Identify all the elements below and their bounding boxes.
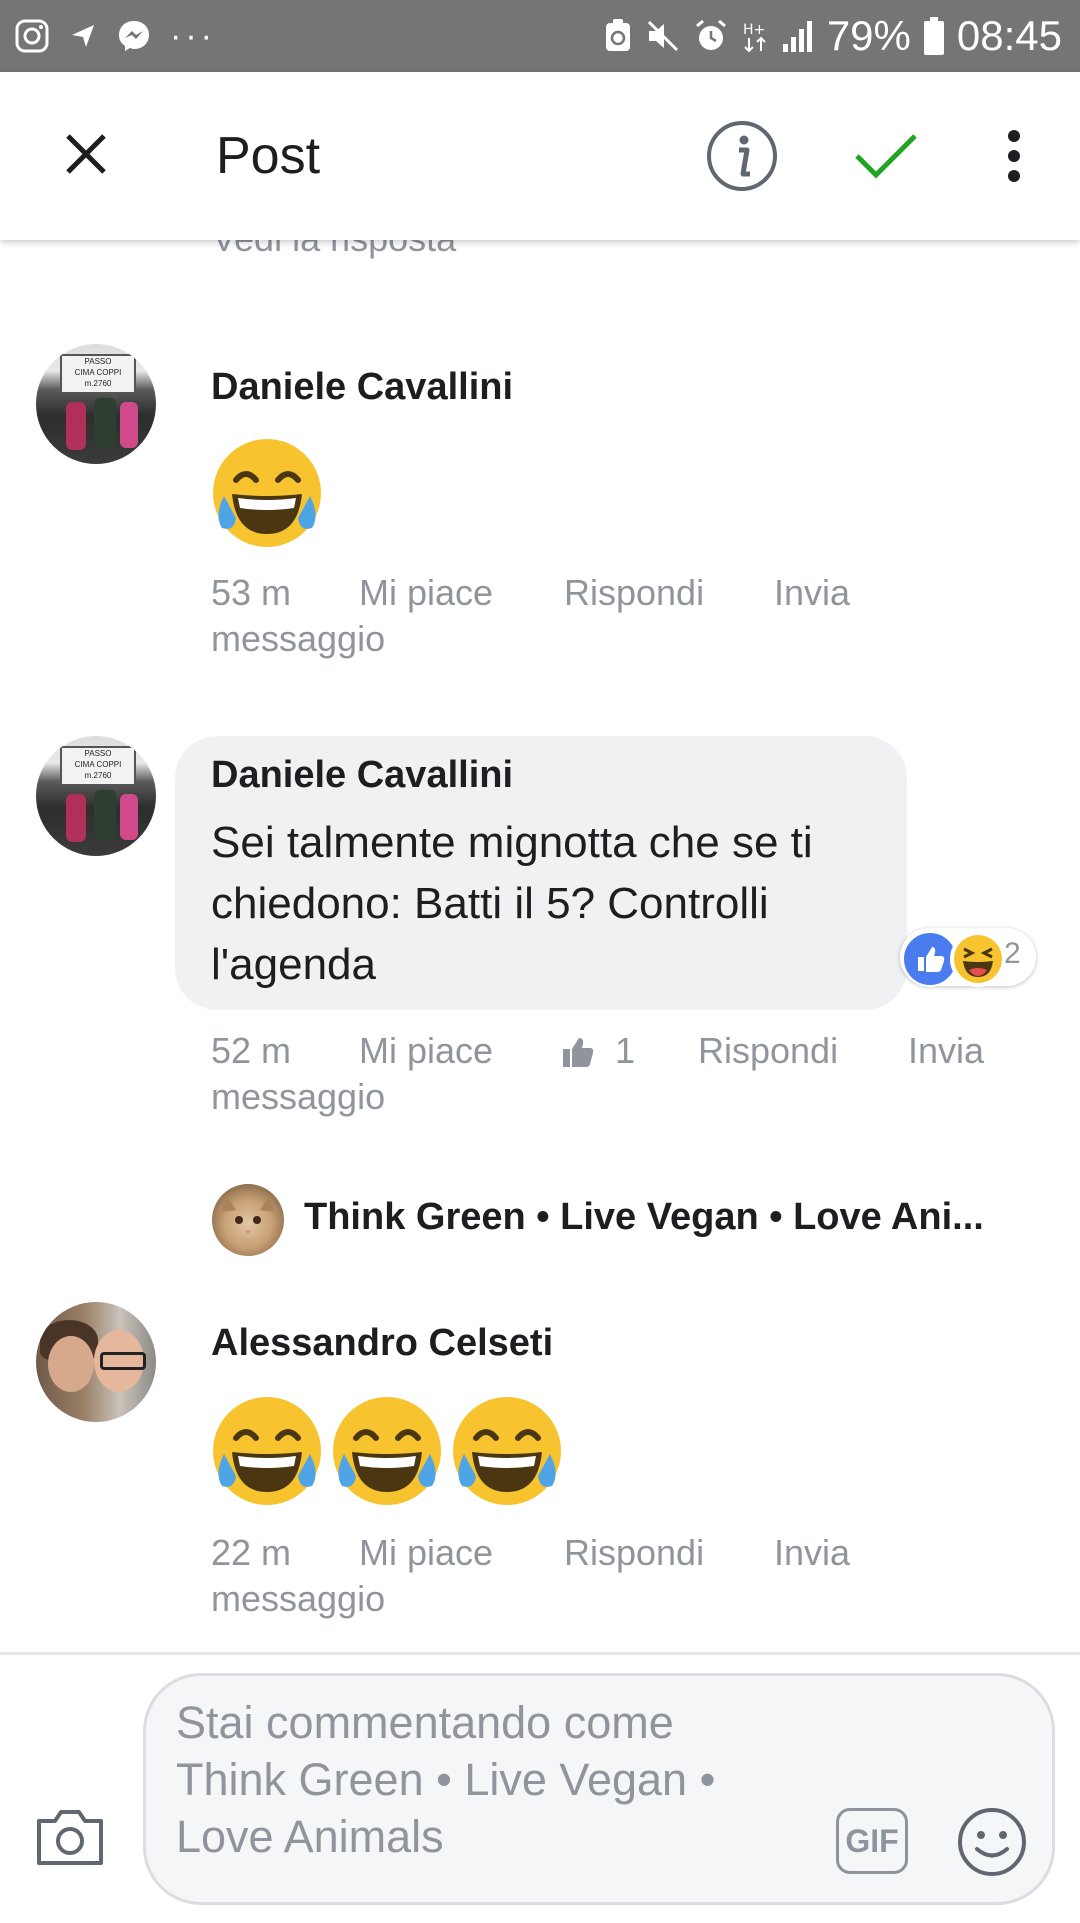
more-vertical-icon: [1006, 129, 1022, 187]
instagram-icon: [14, 18, 50, 54]
comment-composer: Stai commentando come Think Green • Live…: [0, 1652, 1080, 1923]
messenger-icon: [116, 18, 152, 54]
mute-icon: [645, 18, 681, 54]
battery-icon: [923, 16, 945, 56]
status-bar: ··· H+ 79% 08:45: [0, 0, 1080, 72]
send-message-link[interactable]: Invia: [774, 570, 850, 616]
alarm-icon: [693, 18, 729, 54]
comment-actions: 53 m Mi piace Rispondi Invia messaggio: [211, 570, 911, 670]
comments-list[interactable]: Vedi la risposta PASSOCIMA COPPIm.2760 D…: [0, 240, 1080, 1652]
like-count: 1: [615, 1030, 636, 1071]
reply-link[interactable]: Rispondi: [564, 570, 704, 616]
recycle-notification-icon: [603, 18, 633, 54]
page-avatar: [212, 1184, 284, 1256]
avatar[interactable]: PASSO CIMA COPPI m.2760: [36, 736, 156, 856]
comment-placeholder: Stai commentando come Think Green • Live…: [176, 1697, 716, 1862]
comment-actions: 52 m Mi piace 1 Rispondi Invia messaggio: [211, 1028, 1031, 1128]
more-options-button[interactable]: [990, 122, 1038, 194]
confirm-button[interactable]: [850, 122, 922, 194]
more-notifications: ···: [170, 17, 216, 55]
page-name[interactable]: Think Green • Live Vegan • Love Ani...: [304, 1196, 984, 1239]
reaction-count: 2: [1004, 937, 1021, 970]
svg-text:H+: H+: [743, 22, 765, 38]
camera-button[interactable]: [34, 1803, 106, 1875]
comment-time: 22 m: [211, 1532, 292, 1573]
close-button[interactable]: [50, 120, 122, 192]
checkmark-icon: [854, 132, 918, 185]
clock: 08:45: [956, 12, 1062, 59]
face-with-tears-of-joy-emoji: [213, 1397, 321, 1505]
reply-link[interactable]: Rispondi: [564, 1530, 704, 1576]
like-link[interactable]: Mi piace: [359, 1530, 493, 1576]
comment-input[interactable]: Stai commentando come Think Green • Live…: [143, 1673, 1055, 1905]
comment-author[interactable]: Daniele Cavallini: [211, 754, 513, 797]
comment-author[interactable]: Alessandro Celseti: [211, 1322, 553, 1365]
reactions-summary[interactable]: 2: [900, 928, 1036, 987]
face-with-tears-of-joy-emoji: [453, 1397, 561, 1505]
haha-reaction-icon: [950, 931, 1006, 987]
like-link[interactable]: Mi piace: [359, 1028, 493, 1074]
face-with-tears-of-joy-emoji: [333, 1397, 441, 1505]
avatar[interactable]: PASSO CIMA COPPI m.2760: [36, 344, 156, 464]
comment-text: Sei talmente mignotta che se ti chiedono…: [211, 818, 813, 989]
network-hplus-icon: H+: [741, 18, 769, 54]
comment-time: 53 m: [211, 572, 292, 613]
navigation-icon: [68, 21, 98, 51]
like-link[interactable]: Mi piace: [359, 570, 493, 616]
battery-percent: 79%: [826, 12, 911, 59]
close-icon: [64, 132, 108, 181]
comment-actions: 22 m Mi piace Rispondi Invia messaggio: [211, 1530, 911, 1630]
camera-icon: [35, 1807, 105, 1872]
see-reply-link[interactable]: Vedi la risposta: [212, 240, 456, 260]
send-message-link-cont[interactable]: messaggio: [211, 1576, 385, 1622]
avatar[interactable]: [36, 1302, 156, 1422]
gif-button[interactable]: GIF: [836, 1808, 908, 1874]
info-icon: [706, 120, 778, 197]
send-message-link[interactable]: Invia: [908, 1028, 984, 1074]
smiley-icon: [956, 1808, 1028, 1882]
comment-time: 52 m: [211, 1030, 292, 1071]
reply-link[interactable]: Rispondi: [698, 1028, 838, 1074]
send-message-link-cont[interactable]: messaggio: [211, 1074, 385, 1120]
send-message-link[interactable]: Invia: [774, 1530, 850, 1576]
app-bar: Post: [0, 72, 1080, 240]
comment-bubble[interactable]: Daniele Cavallini Sei talmente mignotta …: [175, 736, 907, 1010]
sticker-button[interactable]: [956, 1806, 1028, 1878]
signal-icon: [781, 18, 815, 54]
face-with-tears-of-joy-emoji: [213, 439, 321, 547]
comment-author[interactable]: Daniele Cavallini: [211, 366, 513, 409]
thumbs-up-icon: [561, 1034, 595, 1080]
info-button[interactable]: [706, 120, 778, 197]
page-title: Post: [216, 127, 321, 185]
gif-icon: GIF: [845, 1822, 899, 1859]
send-message-link-cont[interactable]: messaggio: [211, 616, 385, 662]
